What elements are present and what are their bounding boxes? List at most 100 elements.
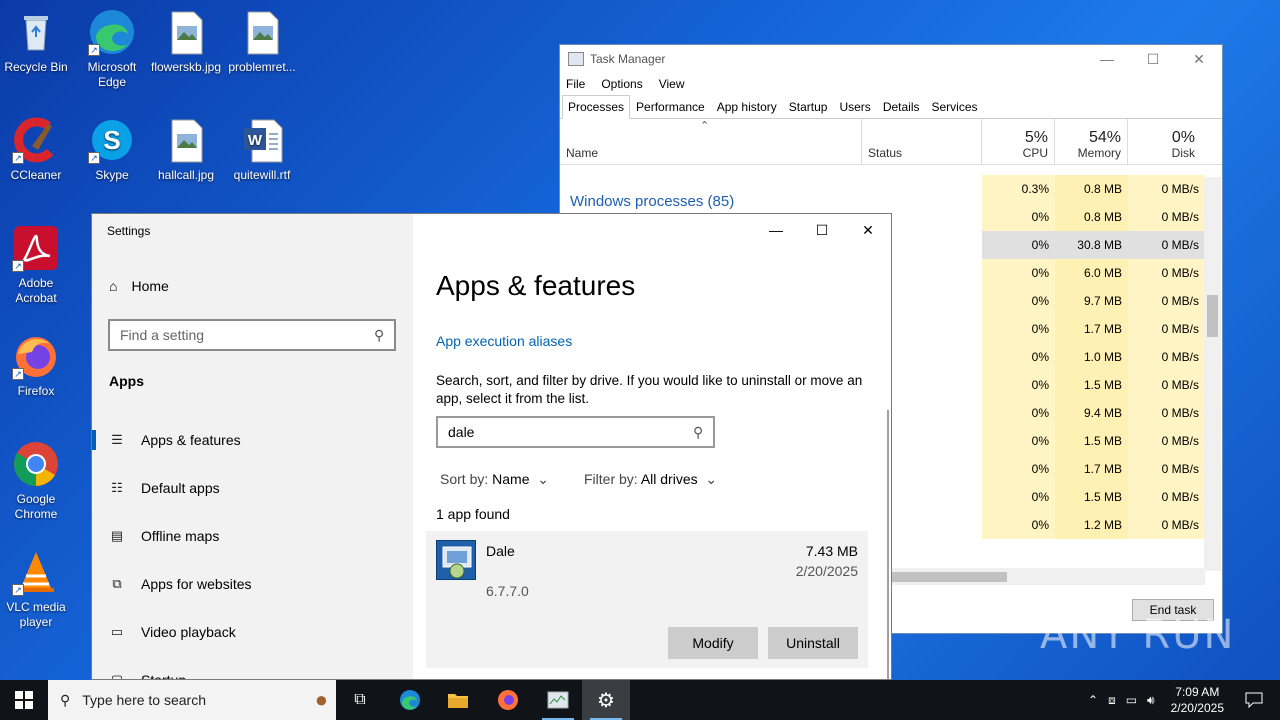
volume-icon[interactable]: 🔊︎ [1147, 693, 1155, 708]
table-row[interactable]: 0% 1.0 MB 0 MB/s [982, 343, 1205, 371]
sidebar-item-video-playback[interactable]: ▭ Video playback [92, 608, 413, 656]
menu-view[interactable]: View [659, 77, 685, 91]
desktop-icon-chrome[interactable]: Google Chrome [0, 440, 72, 522]
table-row[interactable]: 0% 1.7 MB 0 MB/s [982, 455, 1205, 483]
column-name[interactable]: Name [566, 146, 598, 160]
cell-mem: 0.8 MB [1055, 203, 1128, 231]
taskbar-settings[interactable]: ⚙ [582, 680, 630, 720]
desktop-icon-skype[interactable]: S ↗ Skype [76, 116, 148, 183]
vertical-scrollbar[interactable] [1204, 177, 1221, 571]
table-row[interactable]: 0% 6.0 MB 0 MB/s [982, 259, 1205, 287]
maximize-icon[interactable]: ☐ [1130, 45, 1176, 73]
cell-cpu: 0% [982, 343, 1055, 371]
modify-button[interactable]: Modify [668, 627, 758, 659]
tab-services[interactable]: Services [926, 95, 984, 118]
column-cpu[interactable]: CPU [1000, 146, 1048, 160]
page-title: Apps & features [436, 270, 636, 301]
menu-file[interactable]: File [566, 77, 585, 91]
shortcut-arrow-icon: ↗ [88, 152, 100, 164]
desktop-icon-label: Firefox [17, 384, 55, 398]
desktop-icon-label: quitewill.rtf [233, 168, 291, 182]
minimize-icon[interactable]: — [1084, 45, 1130, 73]
close-icon[interactable]: ✕ [845, 214, 891, 246]
sidebar-nav: ☰ Apps & features ☷ Default apps ▤ Offli… [92, 416, 413, 679]
horizontal-scrollbar[interactable] [890, 568, 1205, 585]
scrollbar-thumb[interactable] [1207, 295, 1218, 337]
desktop-icon-ccleaner[interactable]: ↗ CCleaner [0, 116, 72, 183]
desktop-icon-firefox[interactable]: ↗ Firefox [0, 332, 72, 399]
table-row[interactable]: 0% 30.8 MB 0 MB/s [982, 231, 1205, 259]
folder-icon [448, 694, 468, 708]
sort-dropdown[interactable]: Sort by: Name ⌄ [440, 471, 549, 488]
chevron-up-icon[interactable]: ⌃ [1088, 693, 1098, 707]
table-row[interactable]: 0% 1.5 MB 0 MB/s [982, 483, 1205, 511]
sidebar-item-offline-maps[interactable]: ▤ Offline maps [92, 512, 413, 560]
table-row[interactable]: 0% 9.7 MB 0 MB/s [982, 287, 1205, 315]
column-status[interactable]: Status [868, 146, 902, 160]
close-icon[interactable]: ✕ [1176, 45, 1222, 73]
start-button[interactable] [0, 680, 48, 720]
desktop-icon-recycle-bin[interactable]: Recycle Bin [0, 8, 72, 75]
table-row[interactable]: 0.3% 0.8 MB 0 MB/s [982, 175, 1205, 203]
task-view-button[interactable]: ⧉ [336, 680, 384, 720]
table-row[interactable]: 0% 0.8 MB 0 MB/s [982, 203, 1205, 231]
taskbar-firefox[interactable] [484, 680, 532, 720]
table-row[interactable]: 0% 1.5 MB 0 MB/s [982, 427, 1205, 455]
sidebar-item-default-apps[interactable]: ☷ Default apps [92, 464, 413, 512]
clock[interactable]: 7:09 AM 2/20/2025 [1171, 684, 1224, 716]
image-file-icon [162, 8, 210, 56]
scrollbar-thumb[interactable] [892, 572, 1007, 582]
app-search-input[interactable]: dale ⚲ [436, 416, 715, 448]
edge-icon [400, 690, 420, 710]
notification-center-button[interactable] [1236, 680, 1272, 720]
minimize-icon[interactable]: — [753, 214, 799, 246]
desktop-icon-problemret[interactable]: problemret... [226, 8, 298, 75]
menu-options[interactable]: Options [601, 77, 642, 91]
column-memory[interactable]: Memory [1060, 146, 1121, 160]
taskbar-edge[interactable] [386, 680, 434, 720]
cell-disk: 0 MB/s [1128, 203, 1205, 231]
taskbar-file-explorer[interactable] [434, 680, 482, 720]
sidebar-item-apps-websites[interactable]: ⧉ Apps for websites [92, 560, 413, 608]
filter-drive-dropdown[interactable]: Filter by: All drives ⌄ [584, 471, 717, 488]
sidebar-item-label: Default apps [141, 480, 220, 496]
app-execution-aliases-link[interactable]: App execution aliases [436, 333, 572, 349]
tab-app-history[interactable]: App history [711, 95, 783, 118]
table-row[interactable]: 0% 1.2 MB 0 MB/s [982, 511, 1205, 539]
tab-performance[interactable]: Performance [630, 95, 711, 118]
desktop-icon-label: problemret... [228, 60, 296, 74]
tab-users[interactable]: Users [833, 95, 876, 118]
tab-details[interactable]: Details [877, 95, 926, 118]
sidebar-item-apps-features[interactable]: ☰ Apps & features [92, 416, 413, 464]
desktop-icon-flowerskb[interactable]: flowerskb.jpg [150, 8, 222, 75]
app-list-item[interactable]: Dale 7.43 MB 2/20/2025 6.7.7.0 Modify Un… [426, 531, 868, 668]
tab-processes[interactable]: Processes [562, 95, 631, 119]
network-icon[interactable]: ▭ [1126, 693, 1137, 707]
desktop-icon-quitewill[interactable]: W quitewill.rtf [226, 116, 298, 183]
desktop-icon-vlc[interactable]: ↗ VLC media player [0, 548, 72, 630]
column-disk[interactable]: Disk [1135, 146, 1195, 160]
disk-total: 0% [1171, 129, 1195, 146]
meet-now-icon[interactable]: ⧈ [1108, 693, 1116, 708]
desktop-icon-hallcall[interactable]: hallcall.jpg [150, 116, 222, 183]
sidebar-item-startup[interactable]: ▢ Startup [92, 656, 413, 679]
uninstall-button[interactable]: Uninstall [768, 627, 858, 659]
window-title: Settings [107, 224, 151, 238]
table-row[interactable]: 0% 1.7 MB 0 MB/s [982, 315, 1205, 343]
desktop-icon-acrobat[interactable]: ↗ Adobe Acrobat [0, 224, 72, 306]
taskbar-search-input[interactable]: ⚲ Type here to search ● [48, 680, 336, 720]
desktop-icon-edge[interactable]: ↗ Microsoft Edge [76, 8, 148, 90]
cell-mem: 1.5 MB [1055, 427, 1128, 455]
cell-mem: 1.0 MB [1055, 343, 1128, 371]
table-row[interactable]: 0% 1.5 MB 0 MB/s [982, 371, 1205, 399]
page-description: Search, sort, and filter by drive. If yo… [436, 373, 863, 406]
sidebar-home[interactable]: ⌂ Home [109, 278, 169, 294]
table-row[interactable]: 0% 9.4 MB 0 MB/s [982, 399, 1205, 427]
taskbar-task-manager[interactable] [534, 680, 582, 720]
desktop-icon-label: Skype [95, 168, 129, 182]
tab-startup[interactable]: Startup [783, 95, 834, 118]
content-scrollbar[interactable] [887, 410, 889, 679]
maximize-icon[interactable]: ☐ [799, 214, 845, 246]
settings-search-input[interactable]: Find a setting ⚲ [108, 319, 396, 351]
group-header[interactable]: Windows processes (85) [570, 193, 734, 210]
